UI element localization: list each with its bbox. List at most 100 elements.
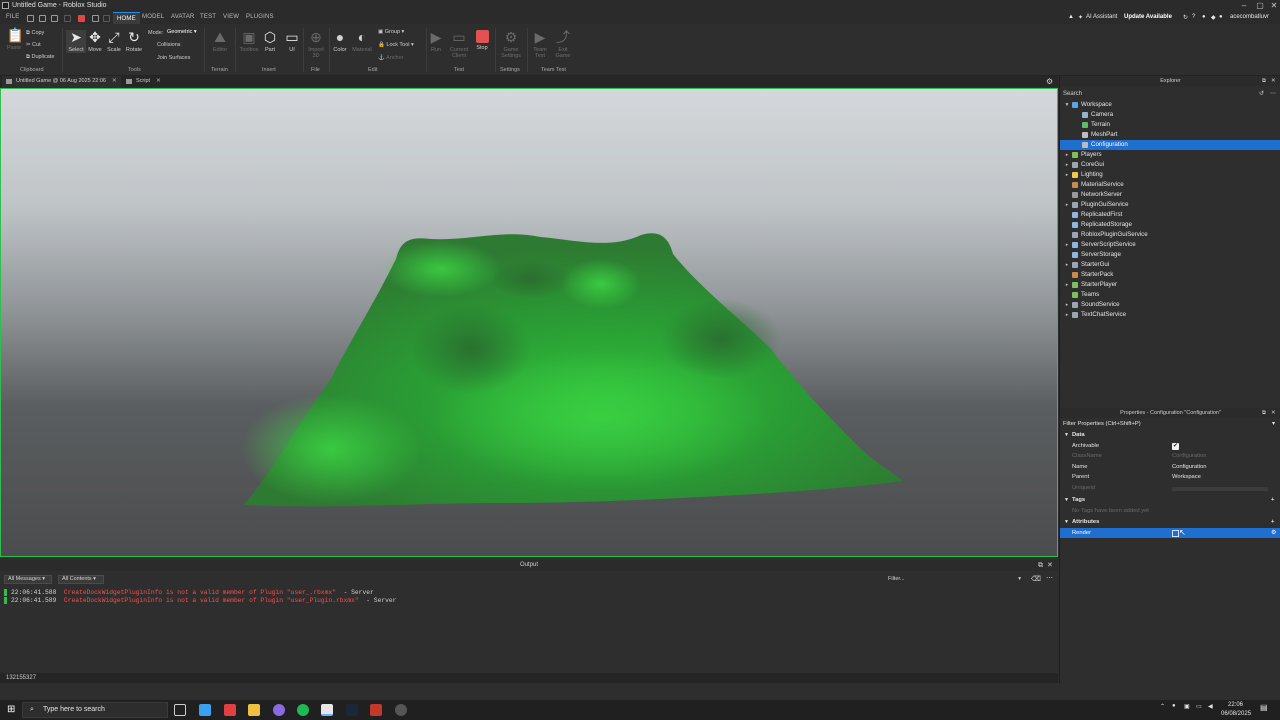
more-options-icon[interactable]: ⋯ <box>1270 89 1276 99</box>
group-button[interactable]: ▣ Group ▾ <box>378 29 404 35</box>
explorer-item-replicatedfirst[interactable]: ReplicatedFirst <box>1060 210 1280 220</box>
clock-date[interactable]: 06/08/2025 <box>1221 711 1251 717</box>
taskbar-search-input[interactable]: ⌕ Type here to search <box>22 702 168 718</box>
terrain-editor-button[interactable]: ⛰ Editor <box>208 30 232 54</box>
tab-home[interactable]: HOME <box>113 12 140 24</box>
explorer-item-textchatservice[interactable]: ▸ TextChatService <box>1060 310 1280 320</box>
add-attribute-icon[interactable]: + <box>1271 517 1274 528</box>
viewport-settings-icon[interactable]: ⚙ <box>1046 77 1053 86</box>
collapsed-arrow-icon[interactable]: ▸ <box>1064 170 1070 180</box>
current-client-button[interactable]: ▭ Current Client <box>446 30 472 60</box>
file-explorer-icon[interactable] <box>248 704 260 716</box>
save-icon[interactable] <box>51 15 58 22</box>
name-input[interactable]: Configuration <box>1172 462 1206 473</box>
explorer-item-camera[interactable]: Camera <box>1060 110 1280 120</box>
explorer-item-replicatedstorage[interactable]: ReplicatedStorage <box>1060 220 1280 230</box>
steam-icon[interactable] <box>346 704 358 716</box>
close-explorer-icon[interactable]: ✕ <box>1271 76 1276 86</box>
explorer-item-startergui[interactable]: ▸ StarterGui <box>1060 260 1280 270</box>
collapsed-arrow-icon[interactable]: ▸ <box>1064 300 1070 310</box>
collapsed-arrow-icon[interactable]: ▸ <box>1064 200 1070 210</box>
explorer-item-workspace[interactable]: ▼ Workspace <box>1060 100 1280 110</box>
collapsed-arrow-icon[interactable]: ▸ <box>1064 160 1070 170</box>
history-icon[interactable]: ↺ <box>1259 89 1264 99</box>
attribute-render[interactable]: Render ↖ ⚙ <box>1060 527 1280 539</box>
expanded-arrow-icon[interactable]: ▼ <box>1064 100 1070 110</box>
explorer-item-pluginguiservice[interactable]: ▸ PluginGuiService <box>1060 200 1280 210</box>
undo-icon[interactable] <box>92 15 99 22</box>
close-output-icon[interactable]: ✕ <box>1047 560 1053 571</box>
clear-output-icon[interactable]: ⌫ <box>1031 575 1041 583</box>
roblox-studio-taskbar-icon[interactable] <box>321 704 333 716</box>
network-icon[interactable]: ▭ <box>1196 703 1202 710</box>
join-surfaces-toggle[interactable]: Join Surfaces <box>157 55 190 61</box>
3d-viewport[interactable] <box>0 88 1058 557</box>
contexts-filter-dropdown[interactable]: All Contents ▾ <box>58 575 104 584</box>
output-filter-input[interactable]: Filter... ▾ <box>884 575 1024 584</box>
help-icon[interactable]: ? <box>1192 14 1195 20</box>
copy-button[interactable]: ⧉ Copy <box>26 30 44 37</box>
clock-time[interactable]: 22:06 <box>1228 702 1243 708</box>
volume-icon[interactable]: ◀ <box>1208 703 1213 710</box>
open-file-icon[interactable] <box>39 15 46 22</box>
gear-icon[interactable]: ⚙ <box>1271 528 1276 539</box>
undock-icon[interactable]: ⧉ <box>1262 76 1266 86</box>
material-button[interactable]: ◐ Material <box>350 30 374 54</box>
ui-button[interactable]: ▭ UI <box>283 30 301 54</box>
duplicate-button[interactable]: ⧉ Duplicate <box>26 54 54 61</box>
collapsed-arrow-icon[interactable]: ▸ <box>1064 260 1070 270</box>
log-line[interactable]: 22:06:41.589 CreateDockWidgetPluginInfo … <box>4 597 396 604</box>
close-tab-icon[interactable]: ✕ <box>156 78 161 84</box>
explorer-item-lighting[interactable]: ▸ Lighting <box>1060 170 1280 180</box>
task-view-icon[interactable] <box>174 704 186 716</box>
explorer-item-teams[interactable]: Teams <box>1060 290 1280 300</box>
anchor-button[interactable]: ⚓ Anchor <box>378 55 404 61</box>
avatar-icon[interactable]: ● <box>1219 14 1223 20</box>
store-icon[interactable] <box>199 704 211 716</box>
undock-icon[interactable]: ⧉ <box>1262 408 1266 418</box>
toolbox-button[interactable]: ▣ Toolbox <box>238 30 260 54</box>
explorer-item-coregui[interactable]: ▸ CoreGui <box>1060 160 1280 170</box>
import-3d-button[interactable]: ⊕ Import 3D <box>305 30 327 60</box>
explorer-item-starterpack[interactable]: StarterPack <box>1060 270 1280 280</box>
lock-tool-button[interactable]: 🔒 Lock Tool ▾ <box>378 42 414 48</box>
collisions-toggle[interactable]: Collisions <box>157 42 181 48</box>
scale-button[interactable]: ⤢ Scale <box>105 30 123 54</box>
new-file-icon[interactable] <box>27 15 34 22</box>
chevron-up-icon[interactable]: ⌃ <box>1160 703 1165 710</box>
tab-model[interactable]: MODEL <box>142 14 164 20</box>
undock-icon[interactable]: ⧉ <box>1038 560 1043 571</box>
tab-script[interactable]: Script ✕ <box>122 76 165 87</box>
tab-test[interactable]: TEST <box>200 14 216 20</box>
refresh-icon[interactable]: ↻ <box>1183 14 1188 21</box>
move-button[interactable]: ✥ Move <box>86 30 104 54</box>
cut-button[interactable]: ✂ Cut <box>26 42 41 48</box>
archivable-checkbox[interactable]: ✔ <box>1172 442 1179 450</box>
team-test-button[interactable]: ▶ Team Test <box>530 30 550 60</box>
parent-input[interactable]: Workspace <box>1172 472 1201 483</box>
explorer-item-configuration[interactable]: Configuration <box>1060 140 1280 150</box>
brave-icon[interactable] <box>224 704 236 716</box>
explorer-search-input[interactable]: Search ↺ ⋯ <box>1063 89 1278 99</box>
bell-icon[interactable]: ● <box>1202 14 1206 20</box>
tab-avatar[interactable]: AVATAR <box>171 14 194 20</box>
paste-button[interactable]: 📋 Paste <box>4 28 24 52</box>
color-button[interactable]: ● Color <box>331 30 349 54</box>
tray-app-icon[interactable]: ▣ <box>1184 703 1190 710</box>
render-checkbox[interactable] <box>1172 529 1179 537</box>
windows-start-icon[interactable]: ⊞ <box>7 704 15 715</box>
microphone-icon[interactable]: ● <box>1172 703 1176 709</box>
mode-dropdown[interactable]: Geometric ▾ <box>167 29 197 35</box>
browser-icon[interactable] <box>273 704 285 716</box>
file-menu[interactable]: FILE <box>6 14 19 20</box>
game-settings-button[interactable]: ⚙ Game Settings <box>498 30 524 60</box>
spotify-icon[interactable] <box>297 704 309 716</box>
properties-filter-input[interactable]: Filter Properties (Ctrl+Shift+P) ▾ <box>1060 419 1280 430</box>
explorer-item-serverscriptservice[interactable]: ▸ ServerScriptService <box>1060 240 1280 250</box>
add-tag-icon[interactable]: + <box>1271 495 1274 506</box>
explorer-item-players[interactable]: ▸ Players <box>1060 150 1280 160</box>
collapsed-arrow-icon[interactable]: ▸ <box>1064 280 1070 290</box>
explorer-item-networkserver[interactable]: NetworkServer <box>1060 190 1280 200</box>
tab-plugins[interactable]: PLUGINS <box>246 14 274 20</box>
chrome-icon[interactable] <box>395 704 407 716</box>
